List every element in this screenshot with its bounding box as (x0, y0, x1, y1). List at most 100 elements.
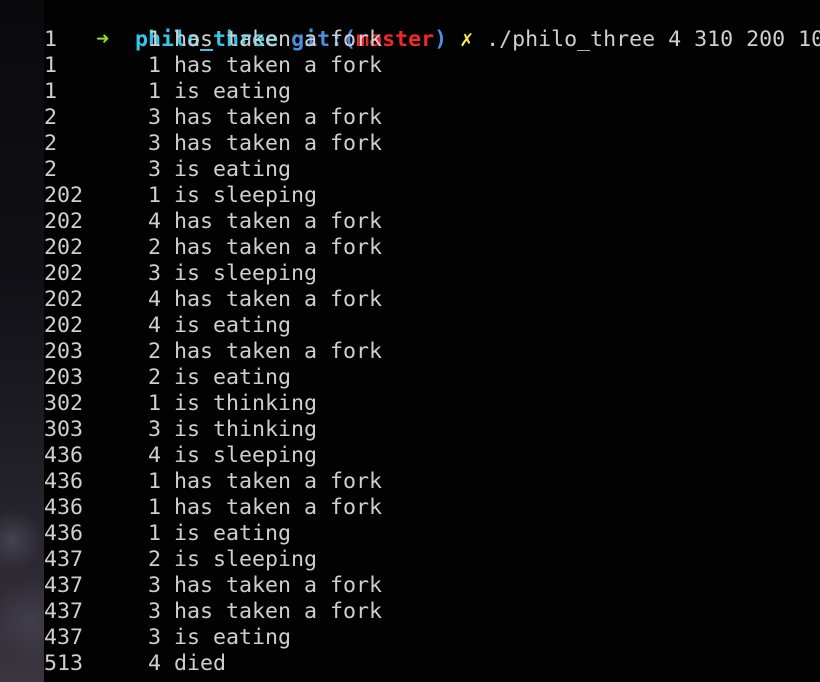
terminal-window[interactable]: ➜ philo_three git:(master) ✗ ./philo_thr… (0, 0, 820, 682)
timestamp-ms: 513 (44, 651, 84, 676)
desktop-wallpaper-strip (0, 0, 44, 682)
output-line: 437 3 is eating (44, 625, 291, 651)
timestamp-ms: 436 (44, 443, 84, 468)
philosopher-id: 4 (148, 651, 162, 676)
status-message: is eating (174, 157, 292, 182)
philosopher-id: 1 (148, 79, 162, 104)
timestamp-ms: 2 (44, 105, 58, 130)
output-line: 1 1 has taken a fork (44, 27, 382, 53)
status-message: is eating (174, 79, 292, 104)
status-message: is sleeping (174, 183, 318, 208)
output-line: 302 1 is thinking (44, 391, 317, 417)
output-line: 2 3 has taken a fork (44, 131, 382, 157)
status-message: has taken a fork (174, 53, 383, 78)
output-line: 202 1 is sleeping (44, 183, 317, 209)
timestamp-ms: 202 (44, 313, 84, 338)
philosopher-id: 4 (148, 313, 162, 338)
philosopher-id: 1 (148, 27, 162, 52)
output-line: 436 4 is sleeping (44, 443, 317, 469)
philosopher-id: 3 (148, 157, 162, 182)
status-message: has taken a fork (174, 339, 383, 364)
status-message: is sleeping (174, 261, 318, 286)
output-line: 202 4 has taken a fork (44, 287, 382, 313)
output-line: 203 2 is eating (44, 365, 291, 391)
timestamp-ms: 202 (44, 261, 84, 286)
prompt-command: ./philo_three 4 310 200 100 (486, 27, 820, 52)
output-line: 2 3 has taken a fork (44, 105, 382, 131)
prompt-git-close: ) (434, 27, 448, 52)
timestamp-ms: 202 (44, 209, 84, 234)
timestamp-ms: 437 (44, 573, 84, 598)
output-line: 202 3 is sleeping (44, 261, 317, 287)
output-line: 436 1 has taken a fork (44, 469, 382, 495)
output-line: 303 3 is thinking (44, 417, 317, 443)
output-line: 513 4 died (44, 651, 226, 677)
status-message: is eating (174, 521, 292, 546)
philosopher-id: 1 (148, 495, 162, 520)
philosopher-id: 1 (148, 391, 162, 416)
output-line: 436 1 is eating (44, 521, 291, 547)
philosopher-id: 2 (148, 547, 162, 572)
philosopher-id: 4 (148, 209, 162, 234)
philosopher-id: 3 (148, 625, 162, 650)
timestamp-ms: 437 (44, 599, 84, 624)
philosopher-id: 3 (148, 105, 162, 130)
timestamp-ms: 203 (44, 339, 84, 364)
output-line: 437 2 is sleeping (44, 547, 317, 573)
output-line: 1 1 is eating (44, 79, 291, 105)
timestamp-ms: 437 (44, 547, 84, 572)
timestamp-ms: 436 (44, 521, 84, 546)
philosopher-id: 1 (148, 521, 162, 546)
timestamp-ms: 302 (44, 391, 84, 416)
status-message: is sleeping (174, 547, 318, 572)
output-line: 202 2 has taken a fork (44, 235, 382, 261)
status-message: has taken a fork (174, 235, 383, 260)
philosopher-id: 2 (148, 365, 162, 390)
philosopher-id: 3 (148, 599, 162, 624)
shell-prompt-line: ➜ philo_three git:(master) ✗ ./philo_thr… (44, 1, 820, 52)
status-message: has taken a fork (174, 573, 383, 598)
timestamp-ms: 436 (44, 495, 84, 520)
status-message: is thinking (174, 417, 318, 442)
philosopher-id: 3 (148, 573, 162, 598)
timestamp-ms: 202 (44, 235, 84, 260)
output-line: 202 4 has taken a fork (44, 209, 382, 235)
timestamp-ms: 1 (44, 53, 58, 78)
timestamp-ms: 202 (44, 183, 84, 208)
timestamp-ms: 437 (44, 625, 84, 650)
status-message: has taken a fork (174, 599, 383, 624)
status-message: has taken a fork (174, 105, 383, 130)
timestamp-ms: 2 (44, 157, 58, 182)
output-line: 437 3 has taken a fork (44, 573, 382, 599)
status-message: has taken a fork (174, 495, 383, 520)
output-line: 436 1 has taken a fork (44, 495, 382, 521)
status-message: is eating (174, 625, 292, 650)
timestamp-ms: 436 (44, 469, 84, 494)
status-message: has taken a fork (174, 209, 383, 234)
philosopher-id: 4 (148, 287, 162, 312)
philosopher-id: 2 (148, 339, 162, 364)
philosopher-id: 3 (148, 131, 162, 156)
status-message: is eating (174, 313, 292, 338)
philosopher-id: 1 (148, 183, 162, 208)
status-message: is sleeping (174, 443, 318, 468)
status-message: is thinking (174, 391, 318, 416)
prompt-dirty-mark: ✗ (460, 27, 474, 52)
timestamp-ms: 1 (44, 27, 58, 52)
philosopher-id: 2 (148, 235, 162, 260)
philosopher-id: 4 (148, 443, 162, 468)
philosopher-id: 3 (148, 261, 162, 286)
philosopher-id: 3 (148, 417, 162, 442)
status-message: has taken a fork (174, 27, 383, 52)
timestamp-ms: 303 (44, 417, 84, 442)
timestamp-ms: 2 (44, 131, 58, 156)
philosopher-id: 1 (148, 469, 162, 494)
timestamp-ms: 203 (44, 365, 84, 390)
status-message: has taken a fork (174, 469, 383, 494)
philosopher-id: 1 (148, 53, 162, 78)
status-message: is eating (174, 365, 292, 390)
timestamp-ms: 202 (44, 287, 84, 312)
output-line: 2 3 is eating (44, 157, 291, 183)
output-line: 203 2 has taken a fork (44, 339, 382, 365)
timestamp-ms: 1 (44, 79, 58, 104)
